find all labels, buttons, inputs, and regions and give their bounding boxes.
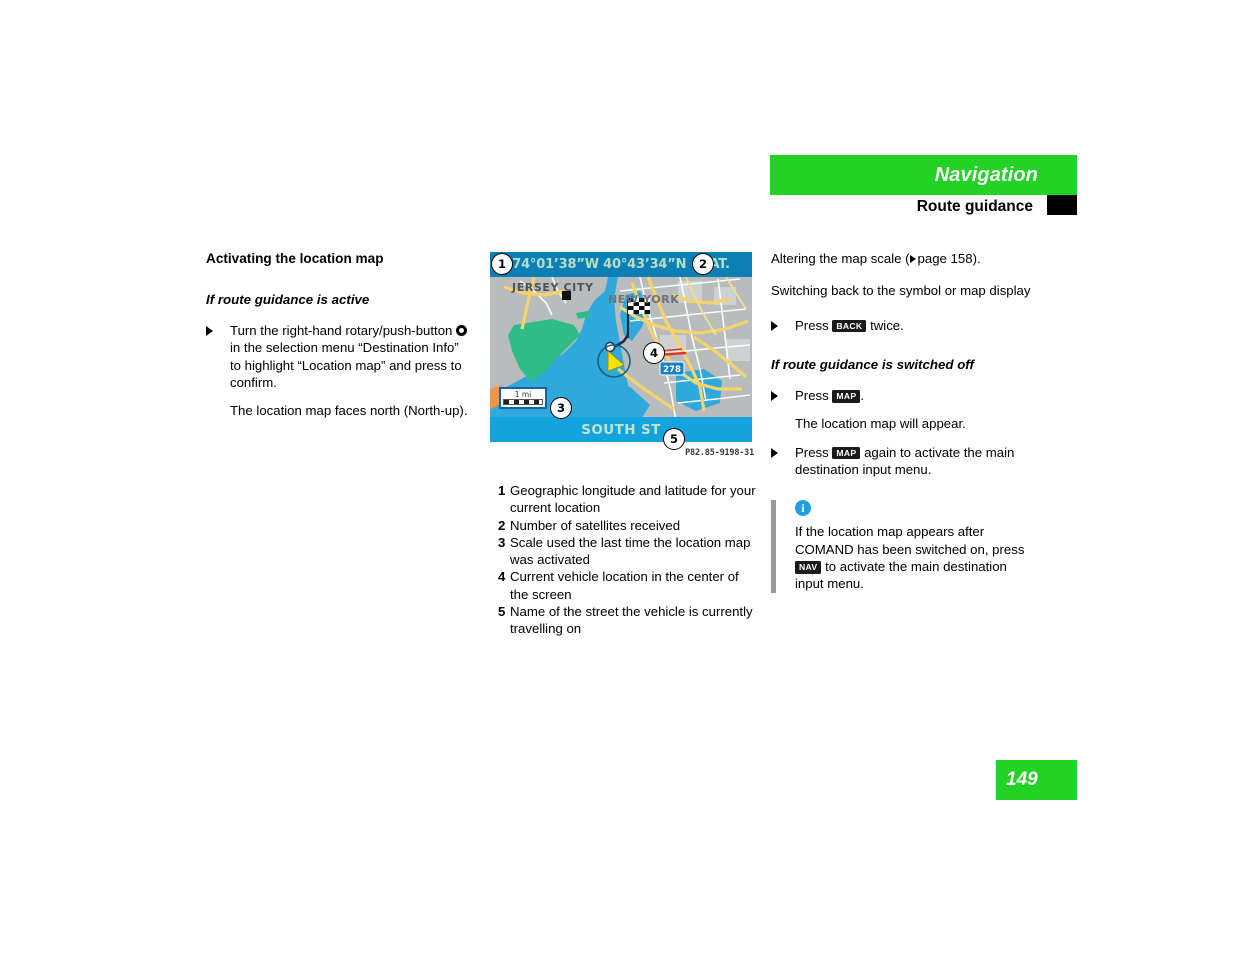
page-number-badge: 149 xyxy=(996,760,1077,800)
highway-shield-278: 278 xyxy=(659,361,685,376)
note-text: If the location map appears after COMAND… xyxy=(795,523,1037,592)
legend-item: 1 Geographic longitude and latitude for … xyxy=(498,482,756,517)
info-icon: i xyxy=(795,500,811,517)
label-new-york: NEW YORK xyxy=(608,293,679,306)
comand-screen: 278 JERSEY CITY NEW YORK 1 mi 74°01’38”W… xyxy=(488,250,754,444)
legend-item: 5 Name of the street the vehicle is curr… xyxy=(498,603,756,638)
altering-scale-text: Altering the map scale ( xyxy=(771,251,910,266)
press-label: Press xyxy=(795,388,829,404)
svg-text:278: 278 xyxy=(663,365,681,375)
legend-text: Geographic longitude and latitude for yo… xyxy=(510,483,756,516)
step-press-back: Press BACK twice. xyxy=(771,317,1037,334)
info-note: i If the location map appears after COMA… xyxy=(771,500,1037,593)
coordinates-text: 74°01’38”W 40°43’34”N xyxy=(512,257,687,272)
chapter-banner: Navigation xyxy=(770,155,1077,195)
page-header: Navigation Route guidance xyxy=(770,155,1077,218)
heading-switch-back: Switching back to the symbol or map disp… xyxy=(771,283,1031,299)
result-location-map-appears: The location map will appear. xyxy=(795,416,966,432)
section-banner: Route guidance xyxy=(770,195,1077,218)
legend-item: 3 Scale used the last time the location … xyxy=(498,534,756,569)
press-back-suffix: twice. xyxy=(870,317,904,333)
bullet-triangle-icon xyxy=(206,325,213,336)
bullet-triangle-icon xyxy=(771,447,778,458)
rotary-push-button-icon xyxy=(456,324,468,336)
step-text-b: in the selection menu “Destination Info”… xyxy=(230,340,462,390)
step-result-north-up: The location map faces north (North-up). xyxy=(230,403,468,419)
page-reference-link[interactable]: page 158 xyxy=(918,251,973,266)
legend-text: Current vehicle location in the center o… xyxy=(510,569,739,602)
legend-number: 3 xyxy=(498,534,506,550)
label-jersey-city: JERSEY CITY xyxy=(511,281,594,294)
thumb-index-tab xyxy=(1047,195,1077,215)
bullet-triangle-icon xyxy=(771,391,778,402)
figure-legend: 1 Geographic longitude and latitude for … xyxy=(498,482,756,638)
map-scale-ruler-icon xyxy=(503,399,543,406)
step-text-a: Turn the right-hand rotary/push-button xyxy=(230,322,453,338)
legend-number: 1 xyxy=(498,483,506,498)
step-press-map: Press MAP. xyxy=(771,387,1037,404)
legend-number: 4 xyxy=(498,569,506,585)
back-key-icon[interactable]: BACK xyxy=(832,319,867,333)
nav-key-icon[interactable]: NAV xyxy=(795,560,822,574)
legend-number: 5 xyxy=(498,604,506,620)
step-turn-rotary: Turn the right-hand rotary/push-button i… xyxy=(206,322,472,391)
left-subheading: If route guidance is active xyxy=(206,291,370,307)
street-name-bar: SOUTH ST xyxy=(490,417,752,442)
map-scale-indicator: 1 mi xyxy=(499,387,547,409)
map-key-icon[interactable]: MAP xyxy=(832,390,861,403)
heading-route-guidance-off: If route guidance is switched off xyxy=(771,356,974,372)
map-key-icon[interactable]: MAP xyxy=(832,446,861,460)
press-label: Press xyxy=(795,444,829,460)
press-map-suffix: . xyxy=(860,388,865,404)
legend-text: Name of the street the vehicle is curren… xyxy=(510,604,753,637)
note-side-bar xyxy=(771,500,776,593)
bullet-triangle-icon xyxy=(771,320,778,331)
callout-4: 4 xyxy=(643,342,665,364)
location-map-figure: 278 JERSEY CITY NEW YORK 1 mi 74°01’38”W… xyxy=(488,250,756,636)
page-number: 149 xyxy=(1006,769,1038,790)
note-text-before: If the location map appears after COMAND… xyxy=(795,524,1025,557)
press-label: Press xyxy=(795,317,829,333)
legend-text: Scale used the last time the location ma… xyxy=(510,534,751,568)
callout-2: 2 xyxy=(692,253,714,275)
map-scale-value: 1 mi xyxy=(514,389,532,399)
note-text-after: to activate the main destination input m… xyxy=(795,558,1007,592)
chapter-title: Navigation xyxy=(934,163,1038,186)
middle-column: 278 JERSEY CITY NEW YORK 1 mi 74°01’38”W… xyxy=(488,250,756,636)
step-press-map-again: Press MAP again to activate the main des… xyxy=(771,444,1037,479)
callout-3: 3 xyxy=(550,397,572,419)
legend-number: 2 xyxy=(498,517,506,533)
cross-reference-triangle-icon xyxy=(909,255,916,263)
left-column: Activating the location map If route gui… xyxy=(206,250,472,430)
page-title: Activating the location map xyxy=(206,251,384,266)
figure-code: P82.85-9198-31 xyxy=(685,448,754,458)
legend-text: Number of satellites received xyxy=(510,517,681,533)
street-name-text: SOUTH ST xyxy=(581,421,661,438)
callout-1: 1 xyxy=(491,253,513,275)
callout-5: 5 xyxy=(663,428,685,450)
map-canvas: 278 JERSEY CITY NEW YORK 1 mi xyxy=(490,277,752,417)
altering-scale-text-end: ). xyxy=(972,251,981,266)
right-column: Altering the map scale ( page 158). Switc… xyxy=(771,250,1037,593)
paragraph-altering-scale: Altering the map scale ( page 158). xyxy=(771,250,1037,267)
legend-item: 2 Number of satellites received xyxy=(498,517,756,534)
legend-item: 4 Current vehicle location in the center… xyxy=(498,568,756,603)
